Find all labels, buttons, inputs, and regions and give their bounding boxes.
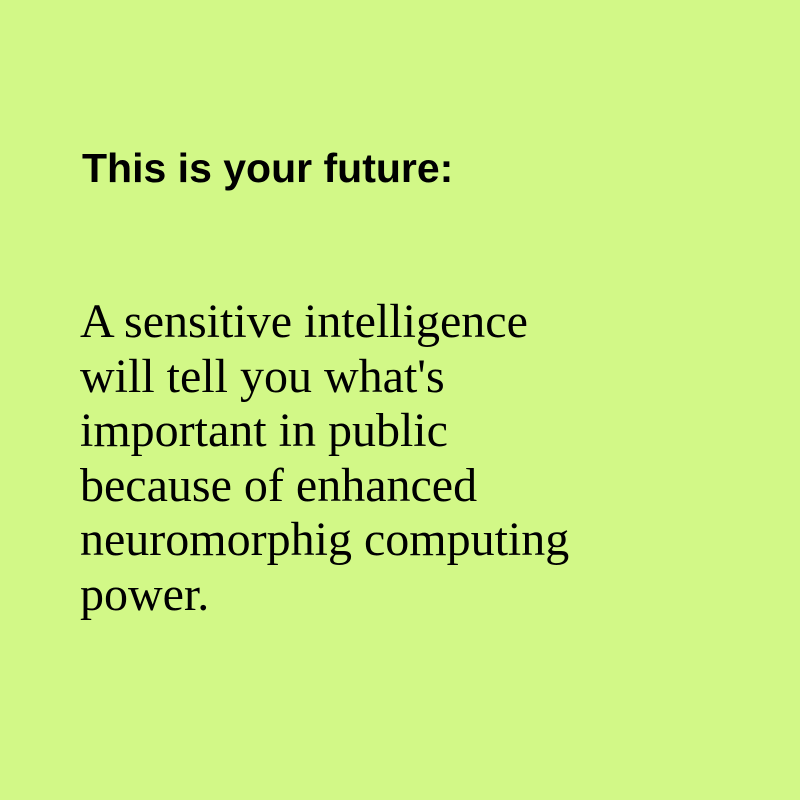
body-line: will tell you what's [80, 349, 445, 403]
body-line: power. [80, 567, 210, 621]
body-line: because of enhanced [80, 458, 478, 512]
body-line: neuromorphig computing [80, 513, 570, 566]
quote-card: This is your future: A sensitive intelli… [0, 0, 800, 800]
headline: This is your future: [82, 145, 454, 191]
body-line: important in public [80, 404, 448, 457]
body-text: A sensitive intelligence will tell you w… [80, 295, 569, 622]
body-line: A sensitive intelligence [80, 295, 528, 348]
